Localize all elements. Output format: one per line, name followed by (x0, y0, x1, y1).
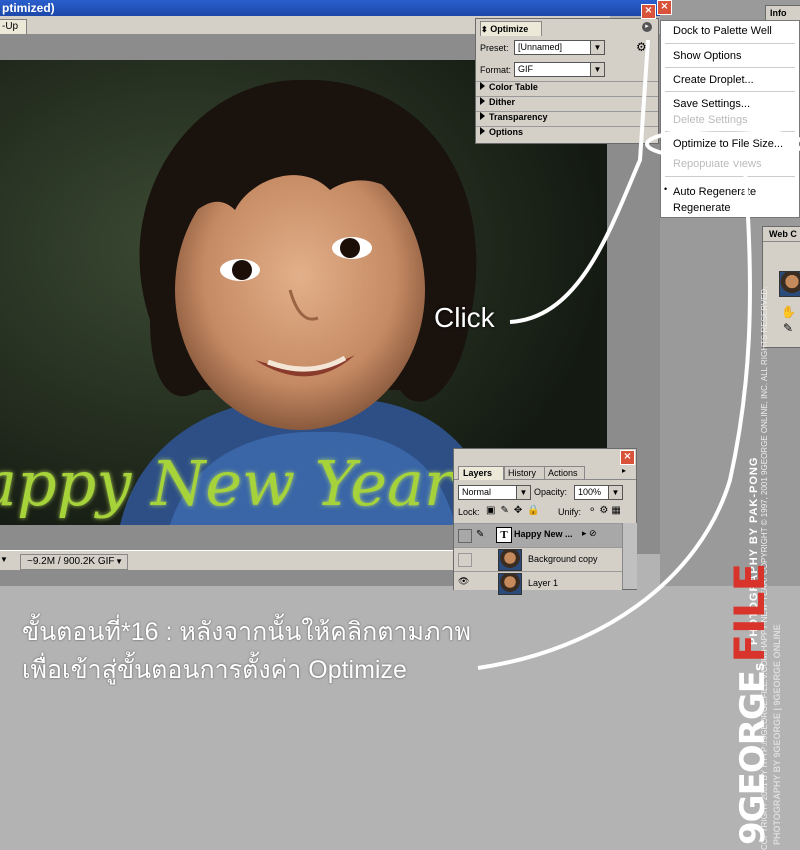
click-pointer-line (509, 39, 650, 324)
annotation-overlay (477, 39, 800, 670)
highlight-circle (645, 127, 800, 161)
caption-line-1: ขั้นตอนที่*16 : หลังจากนั้นให้คลิกตามภาพ (22, 618, 471, 646)
logo-text: 9GEORGE (733, 670, 773, 845)
caption-line-2: เพื่อเข้าสู่ขั้นตอนการตั้งค่า Optimize (22, 656, 407, 684)
site-logo: 9GEORGEsFILE (725, 563, 774, 845)
click-callout: Click (434, 302, 495, 333)
logo-suffix: s (752, 662, 768, 671)
logo-file-text: FILE (725, 562, 774, 663)
caption-pointer-line (477, 169, 752, 670)
